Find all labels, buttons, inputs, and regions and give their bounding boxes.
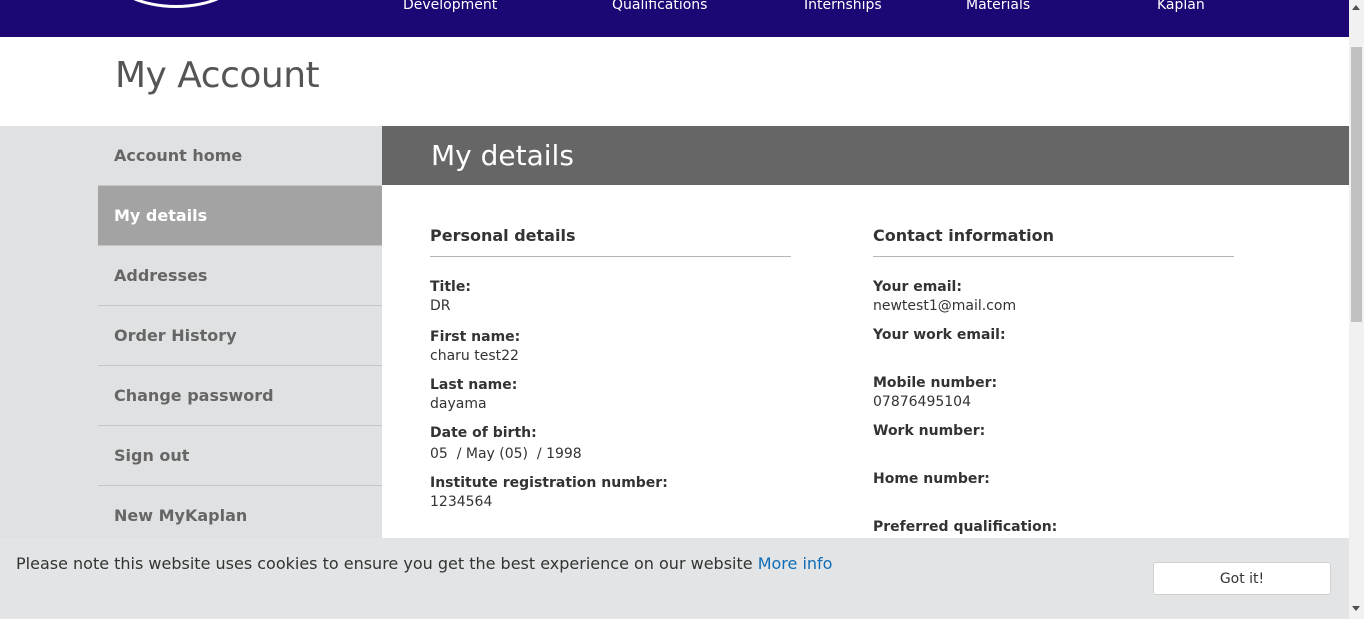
field-label: Work number: xyxy=(873,423,986,439)
field-label: First name: xyxy=(430,329,521,345)
cookie-banner: Please note this website uses cookies to… xyxy=(0,538,1349,619)
sidebar-item-new-mykaplan[interactable]: New MyKaplan xyxy=(98,486,382,545)
cookie-message: Please note this website uses cookies to… xyxy=(16,554,832,573)
field-label: Preferred qualification: xyxy=(873,519,1058,535)
field-value: 1234564 xyxy=(430,494,493,510)
field-value: 07876495104 xyxy=(873,394,971,410)
field-value: 05 / May (05) / 1998 xyxy=(430,446,582,462)
field-home-number: Home number: xyxy=(873,471,990,509)
field-date-of-birth: Date of birth: 05 / May (05) / 1998 xyxy=(430,425,582,465)
field-work-email: Your work email: xyxy=(873,327,1006,365)
sidebar-item-order-history[interactable]: Order History xyxy=(98,306,382,366)
field-label: Mobile number: xyxy=(873,375,998,391)
sidebar-item-addresses[interactable]: Addresses xyxy=(98,246,382,306)
top-navigation: Development Qualifications Internships M… xyxy=(0,0,1349,37)
page-header: My Account xyxy=(0,37,1349,126)
page-scrollbar[interactable] xyxy=(1349,0,1364,619)
cookie-message-text: Please note this website uses cookies to… xyxy=(16,554,758,573)
field-value: charu test22 xyxy=(430,348,519,364)
field-label: Your email: xyxy=(873,279,962,295)
account-sidebar: Account home My details Addresses Order … xyxy=(98,126,382,545)
field-label: Your work email: xyxy=(873,327,1006,343)
nav-item-qualifications[interactable]: Qualifications xyxy=(612,0,707,13)
field-last-name: Last name: dayama xyxy=(430,377,517,415)
scroll-up-icon[interactable] xyxy=(1352,5,1360,10)
field-value xyxy=(873,490,990,509)
main-content: My details Personal details Title: DR Fi… xyxy=(382,126,1349,538)
field-label: Institute registration number: xyxy=(430,475,668,491)
field-mobile-number: Mobile number: 07876495104 xyxy=(873,375,997,413)
field-value: dayama xyxy=(430,396,487,412)
scroll-down-icon[interactable] xyxy=(1352,606,1360,611)
nav-item-materials[interactable]: Materials xyxy=(966,0,1030,13)
nav-item-internships[interactable]: Internships xyxy=(804,0,882,13)
field-title: Title: DR xyxy=(430,279,471,317)
field-value: newtest1@mail.com xyxy=(873,298,1017,314)
field-value xyxy=(873,442,985,461)
sidebar-item-my-details[interactable]: My details xyxy=(98,186,382,246)
nav-item-kaplan[interactable]: Kaplan xyxy=(1157,0,1205,13)
field-work-number: Work number: xyxy=(873,423,985,461)
field-value: DR xyxy=(430,298,451,314)
section-heading: My details xyxy=(382,126,1349,185)
contact-information-section: Contact information Your email: newtest1… xyxy=(873,226,1234,535)
personal-details-heading: Personal details xyxy=(430,226,791,257)
got-it-button[interactable]: Got it! xyxy=(1153,562,1331,595)
kaplan-logo[interactable] xyxy=(110,0,242,8)
sidebar-item-sign-out[interactable]: Sign out xyxy=(98,426,382,486)
sidebar-item-change-password[interactable]: Change password xyxy=(98,366,382,426)
contact-information-heading: Contact information xyxy=(873,226,1234,257)
more-info-link[interactable]: More info xyxy=(758,554,833,573)
personal-details-section: Personal details Title: DR First name: c… xyxy=(430,226,791,510)
field-label: Last name: xyxy=(430,377,518,393)
field-label: Home number: xyxy=(873,471,990,487)
nav-item-development[interactable]: Development xyxy=(403,0,497,13)
sidebar-item-account-home[interactable]: Account home xyxy=(98,126,382,186)
field-first-name: First name: charu test22 xyxy=(430,329,520,367)
field-value xyxy=(873,346,1006,365)
page-title: My Account xyxy=(115,55,320,96)
field-email: Your email: newtest1@mail.com xyxy=(873,279,1016,317)
scrollbar-thumb[interactable] xyxy=(1351,47,1362,322)
field-institute-registration: Institute registration number: 1234564 xyxy=(430,475,668,513)
field-label: Date of birth: xyxy=(430,425,537,441)
field-label: Title: xyxy=(430,279,471,295)
